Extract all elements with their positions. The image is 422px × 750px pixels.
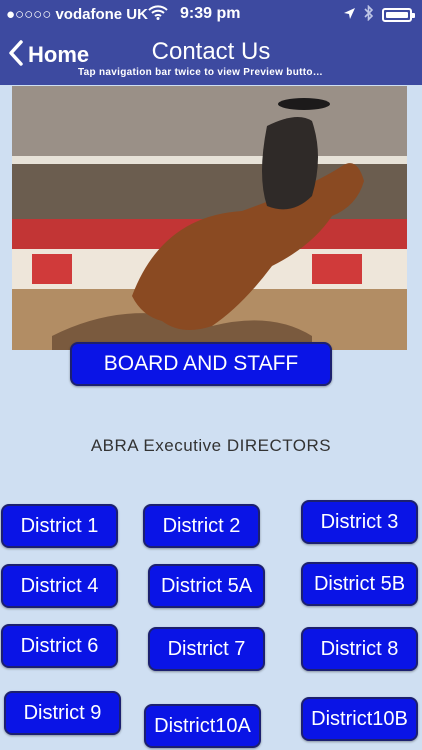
section-heading: ABRA Executive DIRECTORS [90, 436, 332, 455]
district-2-button[interactable]: District 2 [143, 504, 260, 548]
district-7-button[interactable]: District 7 [148, 627, 265, 671]
district-3-button[interactable]: District 3 [301, 500, 418, 544]
status-icons [343, 4, 415, 25]
district-10b-button[interactable]: District10B [301, 697, 418, 741]
preview-hint: Tap navigation bar twice to view Preview… [78, 67, 324, 78]
district-10a-button[interactable]: District10A [144, 704, 261, 748]
carrier-label: ●○○○○ vodafone UK [6, 6, 148, 23]
board-and-staff-button[interactable]: BOARD AND STAFF [70, 342, 332, 386]
battery-icon [382, 8, 415, 22]
page-title: Contact Us [151, 38, 271, 65]
location-arrow-icon [343, 7, 356, 24]
district-9-button[interactable]: District 9 [4, 691, 121, 735]
status-bar: ●○○○○ vodafone UK 9:39 pm [0, 0, 422, 30]
district-5a-button[interactable]: District 5A [148, 564, 265, 608]
barrel-racing-photo [12, 86, 407, 350]
district-4-button[interactable]: District 4 [1, 564, 118, 608]
clock-time: 9:39 pm [180, 5, 241, 22]
bluetooth-icon [364, 4, 374, 25]
district-5b-button[interactable]: District 5B [301, 562, 418, 606]
district-8-button[interactable]: District 8 [301, 627, 418, 671]
district-1-button[interactable]: District 1 [1, 504, 118, 548]
navigation-bar[interactable]: Home Contact Us Tap navigation bar twice… [0, 30, 422, 85]
wifi-icon [148, 4, 168, 24]
district-6-button[interactable]: District 6 [1, 624, 118, 668]
